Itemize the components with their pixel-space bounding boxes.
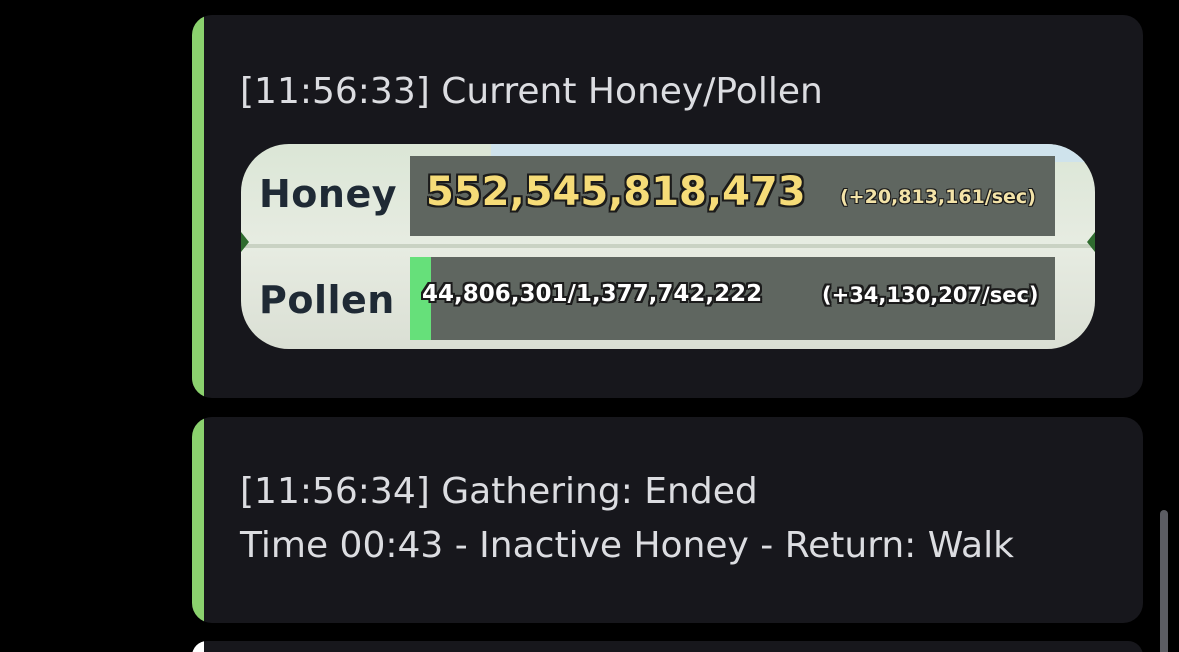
pollen-label: Pollen	[259, 278, 395, 322]
honey-amount: 552,545,818,473	[426, 169, 806, 215]
status-embed-next	[192, 641, 1143, 652]
embed-accent-bar	[192, 641, 204, 652]
status-embed-honey-pollen: [11:56:33] Current Honey/Pollen Honey 55…	[192, 15, 1143, 398]
honey-bar: 552,545,818,473 (+20,813,161/sec)	[410, 156, 1055, 236]
embed-line-2: Time 00:43 - Inactive Honey - Return: Wa…	[240, 525, 1014, 566]
embed-body: [11:56:34] Gathering: Ended Time 00:43 -…	[240, 465, 1014, 573]
scrollbar[interactable]	[1160, 510, 1168, 652]
embed-accent-bar	[192, 15, 204, 398]
panel-divider	[241, 244, 1095, 248]
honey-label: Honey	[259, 172, 398, 216]
embed-title: [11:56:33] Current Honey/Pollen	[240, 71, 823, 112]
honey-pollen-screenshot: Honey 552,545,818,473 (+20,813,161/sec) …	[241, 144, 1095, 349]
honey-rate: (+20,813,161/sec)	[840, 186, 1036, 208]
pollen-amount: 44,806,301/1,377,742,222	[422, 281, 763, 307]
status-embed-gathering: [11:56:34] Gathering: Ended Time 00:43 -…	[192, 417, 1143, 623]
embed-accent-bar	[192, 417, 204, 623]
message-feed: [11:56:33] Current Honey/Pollen Honey 55…	[0, 0, 1179, 652]
left-arrow-icon	[241, 232, 249, 252]
right-arrow-icon	[1087, 232, 1095, 252]
pollen-bar: 44,806,301/1,377,742,222 (+34,130,207/se…	[410, 257, 1055, 340]
embed-line-1: [11:56:34] Gathering: Ended	[240, 471, 758, 512]
pollen-rate: (+34,130,207/sec)	[822, 283, 1039, 307]
